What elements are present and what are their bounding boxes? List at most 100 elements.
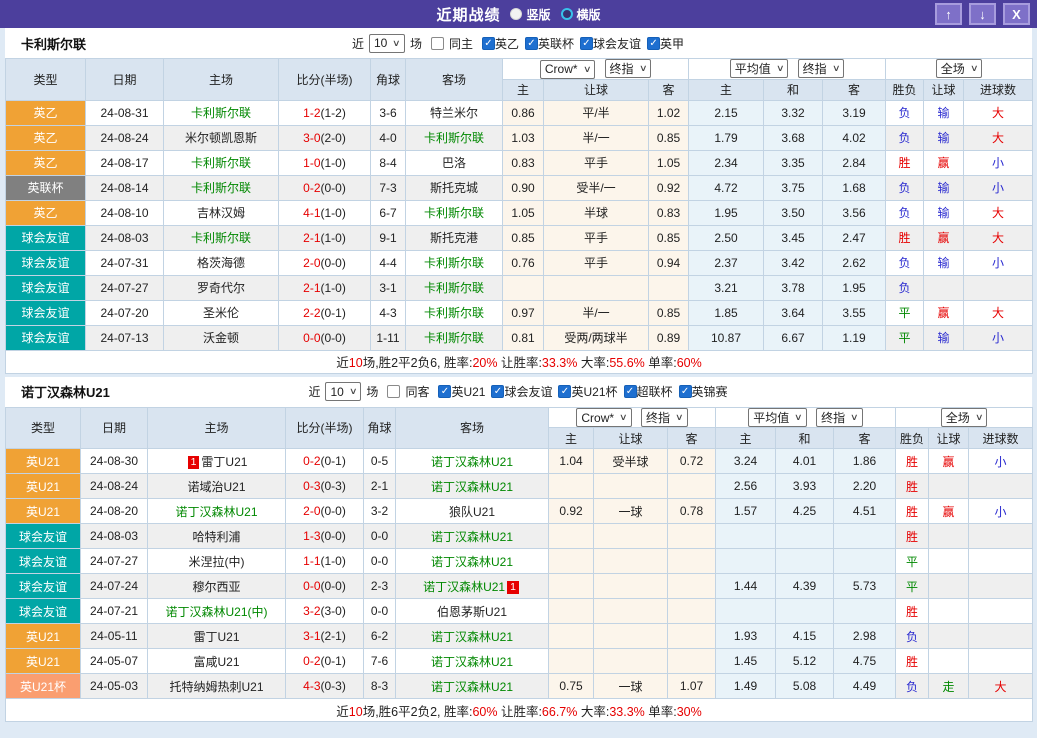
away-team-cell: 斯托克城 xyxy=(405,174,503,201)
goals-cell: 小 xyxy=(963,174,1034,201)
same-away-checkbox[interactable] xyxy=(387,385,401,398)
odds-home-cell: 1.04 xyxy=(548,448,594,474)
home-team-cell: 吉林汉姆 xyxy=(163,199,279,226)
summary-text: 单率: xyxy=(644,356,677,370)
score-cell: 4-3(0-3) xyxy=(285,673,364,699)
col-home: 主场 xyxy=(147,406,286,449)
type-badge-cell: 英乙 xyxy=(5,99,86,126)
radio-unselected-icon xyxy=(560,8,573,20)
league-checkbox[interactable]: ✓ xyxy=(623,385,637,398)
result-cell: 胜 xyxy=(895,448,930,474)
date-cell: 24-08-30 xyxy=(80,448,148,474)
match-scope-select[interactable]: 全场 ∨ xyxy=(935,59,983,79)
score-cell: 2-0(0-0) xyxy=(285,498,364,524)
halftime-score: (1-0) xyxy=(320,554,346,568)
avg-home-cell: 2.37 xyxy=(688,249,764,276)
result-cell: 平 xyxy=(885,324,925,351)
home-team-cell: 沃金顿 xyxy=(163,324,279,351)
type-badge-cell: 英U21 xyxy=(5,473,81,499)
close-button[interactable]: X xyxy=(1003,3,1030,25)
odds-company-select[interactable]: Crow* ∨ xyxy=(576,408,632,427)
fulltime-score: 3-2 xyxy=(303,604,321,618)
date-cell: 24-08-24 xyxy=(85,124,164,151)
odds-handicap-cell: 受半/一 xyxy=(543,174,649,201)
avg-away-cell: 2.62 xyxy=(821,249,887,276)
result-cell: 胜 xyxy=(895,523,930,549)
radio-vertical-layout[interactable]: 竖版 xyxy=(510,6,551,23)
league-checkbox[interactable]: ✓ xyxy=(580,36,593,50)
result-cell: 胜 xyxy=(895,498,930,524)
summary-stat-value: 60% xyxy=(676,356,702,370)
result-cell: 负 xyxy=(885,99,925,126)
league-checkbox[interactable]: ✓ xyxy=(678,385,692,398)
team-name-text: 诺域治U21 xyxy=(187,479,246,494)
avg-away-cell: 4.51 xyxy=(832,498,897,524)
radio-horizontal-layout[interactable]: 横版 xyxy=(560,6,601,23)
same-home-checkbox[interactable] xyxy=(430,36,444,50)
match-row: 英U21 24-08-24 诺域治U21 0-3(0-3) 2-1 诺丁汉森林U21 2.5… xyxy=(5,473,1034,499)
avg-away-cell: 2.98 xyxy=(832,623,897,649)
team-name-text: 卡利斯尔联 xyxy=(423,206,484,220)
avg-away-cell: 3.56 xyxy=(821,199,887,226)
col-home: 主场 xyxy=(163,58,279,101)
handicap-result-cell xyxy=(928,648,970,674)
result-cell: 负 xyxy=(885,274,925,301)
league-label: 英甲 xyxy=(660,36,685,51)
recent-count-select[interactable]: 10 ∨ xyxy=(325,382,362,401)
avg-selects-cell: 平均值 ∨ 终指 ∨ xyxy=(687,58,887,80)
away-team-cell: 巴洛 xyxy=(405,149,503,176)
avg-source-select[interactable]: 平均值 ∨ xyxy=(729,59,789,79)
chevron-down-icon: ∨ xyxy=(582,63,592,74)
halftime-score: (0-0) xyxy=(320,504,346,518)
away-team-cell: 特兰米尔 xyxy=(405,99,503,126)
avg-draw-cell: 5.12 xyxy=(775,648,834,674)
col-handicap-result: 让球 xyxy=(928,427,970,449)
league-checkbox[interactable]: ✓ xyxy=(647,36,661,50)
odds-away-cell: 0.89 xyxy=(648,324,689,351)
odds-away-cell xyxy=(648,274,689,301)
select-value: 终指 xyxy=(646,410,671,425)
recent-count-select[interactable]: 10 ∨ xyxy=(368,33,405,53)
titlebar: 近期战绩 竖版 横版 ↑ ↓ X xyxy=(0,0,1037,28)
away-team-cell: 诺丁汉森林U21 xyxy=(395,473,549,499)
avg-draw-cell: 6.67 xyxy=(763,324,823,351)
fulltime-score: 3-1 xyxy=(303,629,321,643)
avg-time-select[interactable]: 终指 ∨ xyxy=(816,407,863,427)
chevron-down-icon: ∨ xyxy=(392,37,401,48)
league-checkbox[interactable]: ✓ xyxy=(491,385,505,398)
odds-company-select[interactable]: Crow* ∨ xyxy=(539,59,596,79)
league-checkbox[interactable]: ✓ xyxy=(524,36,538,50)
date-cell: 24-05-11 xyxy=(80,623,148,649)
team-name-text: 卡利斯尔联 xyxy=(423,281,484,295)
league-checkbox[interactable]: ✓ xyxy=(481,36,495,50)
avg-time-select[interactable]: 终指 ∨ xyxy=(797,59,845,79)
move-down-button[interactable]: ↓ xyxy=(969,3,996,25)
type-badge-cell: 球会友谊 xyxy=(5,548,81,574)
avg-home-cell: 2.50 xyxy=(688,224,764,251)
match-scope-select[interactable]: 全场 ∨ xyxy=(940,407,988,427)
odds-time-select[interactable]: 终指 ∨ xyxy=(641,407,688,427)
league-checkbox[interactable]: ✓ xyxy=(558,385,572,398)
odds-away-cell xyxy=(667,598,716,624)
summary-text: 场,胜2平2负6, 胜率: xyxy=(362,356,473,370)
league-checkbox[interactable]: ✓ xyxy=(438,385,452,398)
halftime-score: (1-0) xyxy=(320,155,346,170)
away-team-cell: 诺丁汉森林U21 xyxy=(395,673,549,699)
avg-home-cell: 2.56 xyxy=(715,473,776,499)
handicap-result-cell xyxy=(928,548,970,574)
avg-source-select[interactable]: 平均值 ∨ xyxy=(748,407,807,427)
avg-selects-cell: 平均值 ∨ 终指 ∨ xyxy=(714,406,897,428)
home-team-cell: 圣米伦 xyxy=(163,299,279,326)
move-up-button[interactable]: ↑ xyxy=(935,3,962,25)
home-team-cell: 卡利斯尔联 xyxy=(163,149,279,176)
goals-cell: 大 xyxy=(963,224,1034,251)
halftime-score: (0-1) xyxy=(320,654,346,668)
corners-cell: 0-0 xyxy=(363,523,396,549)
col-result: 胜负 xyxy=(895,427,930,449)
type-badge-cell: 英乙 xyxy=(5,199,86,226)
handicap-result-cell: 赢 xyxy=(923,149,965,176)
summary-text: 近 xyxy=(336,704,349,719)
date-cell: 24-08-10 xyxy=(85,199,164,226)
odds-handicap-cell xyxy=(543,274,649,301)
odds-time-select[interactable]: 终指 ∨ xyxy=(604,59,652,78)
